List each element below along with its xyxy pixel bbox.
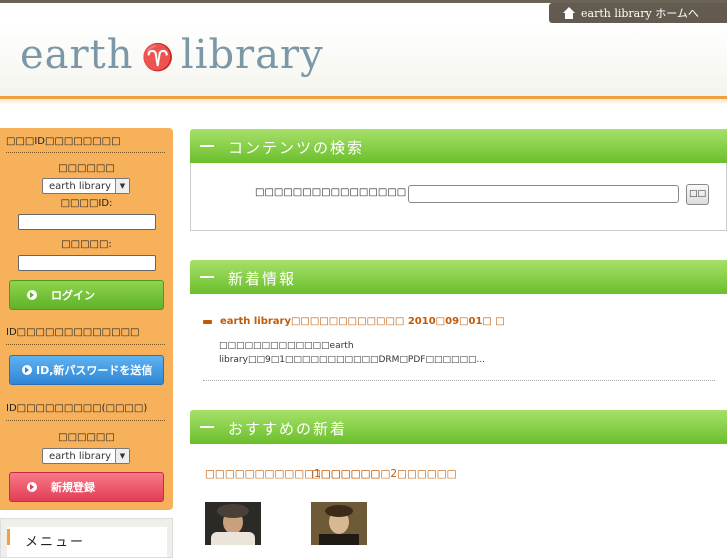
send-password-button-label: ID,新パスワードを送信 — [36, 364, 153, 377]
news-item-title-text: earth library□□□□□□□□□□□□ 2010□09□01□ □ — [220, 316, 505, 327]
news-item-body: □□□□□□□□□□□□□earth library□□9□1□□□□□□□□□… — [219, 341, 486, 365]
news-item-title[interactable]: earth library□□□□□□□□□□□□ 2010□09□01□ □ — [203, 316, 505, 327]
divider — [6, 344, 165, 345]
site-logo[interactable]: earth ♈ library — [20, 32, 324, 78]
logo-text-right: library — [180, 32, 324, 78]
recommended-item-title[interactable]: □□□□□□□□□□□1□□□□□□ — [205, 466, 380, 483]
divider — [6, 420, 165, 421]
login-button-label: ログイン — [51, 289, 95, 302]
dropdown-arrow-icon[interactable]: ▼ — [115, 449, 129, 463]
sidebar: □□□ID□□□□□□□□ □□□□□□ earth library ▼ □□□… — [0, 128, 173, 510]
library-select[interactable]: earth library ▼ — [42, 178, 130, 194]
register-button-label: 新規登録 — [51, 481, 95, 494]
beethoven-portrait-icon[interactable] — [205, 502, 261, 545]
site-header: earth ♈ library — [0, 24, 727, 96]
register-text: ID□□□□□□□□□(□□□□) — [6, 403, 148, 414]
login-title: □□□ID□□□□□□□□ — [6, 136, 121, 147]
search-button[interactable]: □□ — [686, 184, 709, 205]
search-panel: □□□□□□□□□□□□□□□□ □□ — [190, 163, 727, 231]
bullet-icon — [203, 319, 212, 324]
password-label: □□□□□: — [61, 239, 112, 250]
dash-icon — [200, 145, 214, 147]
menu-label: メニュー — [25, 535, 86, 550]
chopin-portrait-icon[interactable] — [311, 502, 367, 545]
dash-icon — [200, 276, 214, 278]
news-section-header: 新着情報 — [190, 260, 727, 294]
dropdown-arrow-icon[interactable]: ▼ — [115, 179, 129, 193]
library-select-2-value: earth library — [49, 451, 112, 462]
news-section-title: 新着情報 — [228, 270, 297, 288]
logo-text-left: earth — [20, 32, 134, 78]
header-shadow — [0, 99, 727, 105]
library-label: □□□□□□ — [58, 163, 115, 174]
library-label-2: □□□□□□ — [58, 432, 115, 443]
forgot-id-text: ID□□□□□□□□□□□□□ — [6, 327, 140, 338]
search-input[interactable] — [408, 185, 679, 203]
library-select-2[interactable]: earth library ▼ — [42, 448, 130, 464]
search-section-title: コンテンツの検索 — [228, 139, 365, 157]
divider — [6, 152, 165, 153]
sprout-icon: ♈ — [141, 43, 175, 73]
library-select-value: earth library — [49, 181, 112, 192]
recommended-section-header: おすすめの新着 — [190, 410, 727, 444]
send-password-button[interactable]: ID,新パスワードを送信 — [9, 355, 164, 385]
menu-accent — [7, 529, 10, 545]
login-button[interactable]: ログイン — [9, 280, 164, 310]
home-link[interactable]: earth library ホームへ — [549, 3, 727, 23]
home-link-label: earth library ホームへ — [581, 7, 699, 20]
home-icon — [563, 7, 575, 19]
recommended-item-title[interactable]: □□□□□□□□2□□□□□□ — [311, 466, 457, 483]
menu-box: メニュー — [0, 518, 173, 558]
id-label: □□□□ID: — [60, 198, 113, 209]
dash-icon — [200, 426, 214, 428]
arrow-circle-icon — [27, 290, 37, 300]
arrow-circle-icon — [27, 482, 37, 492]
search-label: □□□□□□□□□□□□□□□□ — [255, 187, 407, 198]
id-input[interactable] — [18, 214, 156, 230]
register-button[interactable]: 新規登録 — [9, 472, 164, 502]
password-input[interactable] — [18, 255, 156, 271]
arrow-circle-icon — [22, 365, 32, 375]
recommended-section-title: おすすめの新着 — [228, 420, 348, 438]
search-section-header: コンテンツの検索 — [190, 129, 727, 163]
divider — [203, 380, 715, 381]
